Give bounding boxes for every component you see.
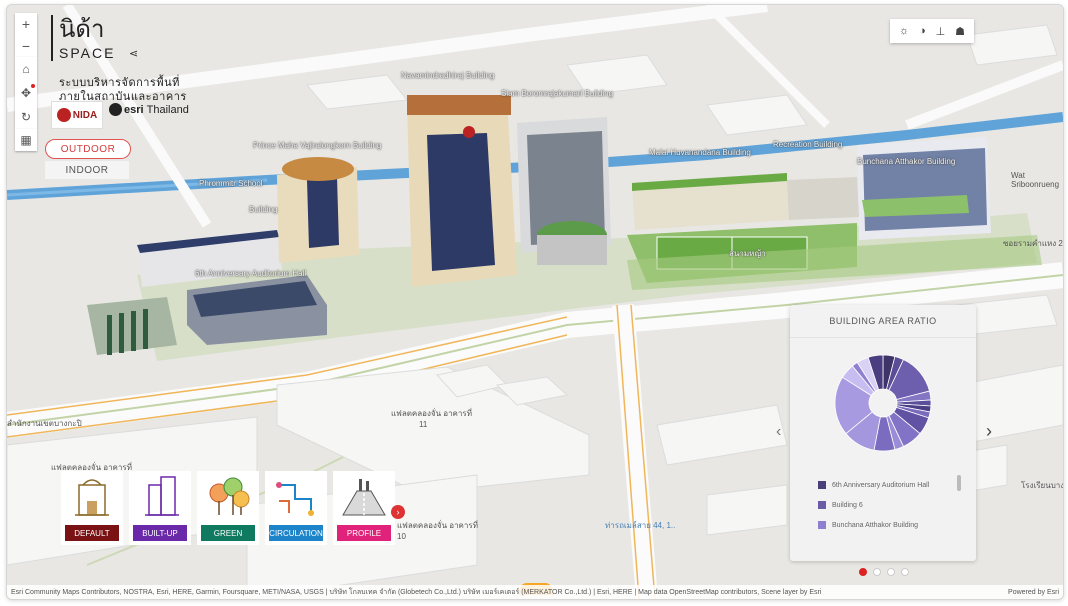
esri-globe-icon	[109, 103, 122, 116]
measure-icon[interactable]: ⊥	[936, 25, 946, 38]
legend-label: Building 6	[832, 501, 863, 509]
pager-dot[interactable]	[901, 568, 909, 576]
pager-dot[interactable]	[859, 568, 867, 576]
category-green[interactable]: GREEN	[197, 471, 259, 545]
scene-tools: ☼ ◑ ⊥ ☗	[890, 19, 974, 43]
pager-dot[interactable]	[873, 568, 881, 576]
map-label-bus-stop[interactable]: ท่ารถเมล์สาย 44, 1..	[605, 519, 675, 532]
map-label-navamindradhiraj[interactable]: Navamindradhiraj Building	[401, 71, 494, 80]
legend-item[interactable]: 6th Anniversary Auditorium Hall	[818, 475, 963, 495]
weather-icon[interactable]: ◑	[919, 25, 926, 37]
zoom-in-button[interactable]: +	[15, 13, 37, 35]
category-circulation-label: CIRCULATION	[269, 525, 323, 541]
legend-swatch	[818, 481, 826, 489]
built-up-icon	[145, 476, 179, 516]
map-label-bunchana[interactable]: Bunchana Atthakor Building	[857, 157, 955, 166]
category-default-label: DEFAULT	[65, 525, 119, 541]
view-controls: ⌂ ✥ ↻	[15, 57, 37, 129]
map-label-phrommitr: Phrommitr School	[199, 179, 263, 188]
rotate-icon: ↻	[20, 110, 32, 124]
map-label-wat: Wat Sriboonrueng	[1011, 171, 1060, 189]
map-label-soi: ซอยรามคำแหง 24	[1003, 239, 1064, 248]
circulation-icon	[276, 482, 314, 516]
app-frame: Navamindradhiraj Building Siam Boromraja…	[6, 4, 1064, 600]
category-profile[interactable]: PROFILE	[333, 471, 395, 545]
home-icon: ⌂	[22, 62, 30, 76]
map-label-district: สำนักงานเขตบางกะปิ	[7, 419, 82, 428]
indoor-mode-button[interactable]: INDOOR	[45, 161, 129, 179]
trees-icon	[209, 477, 250, 515]
esri-country: Thailand	[146, 103, 189, 116]
legend-item[interactable]: Building 6	[818, 495, 963, 515]
attribution-bar: Esri Community Maps Contributors, NOSTRA…	[7, 585, 1063, 599]
powered-by[interactable]: Powered by Esri	[1008, 589, 1059, 596]
category-profile-label: PROFILE	[337, 525, 391, 541]
category-built-up[interactable]: BUILT-UP	[129, 471, 191, 545]
attribution-text: Esri Community Maps Contributors, NOSTRA…	[11, 588, 822, 596]
pager-dot[interactable]	[887, 568, 895, 576]
esri-logo-text: esri	[124, 103, 144, 116]
share-icon[interactable]: ⋖	[129, 47, 138, 60]
building-default-icon	[75, 479, 109, 516]
map-label-field: สนามหญ้า	[729, 249, 766, 258]
building-area-chart-panel: BUILDING AREA RATIO ‹ › 6th Anniversary …	[776, 305, 992, 561]
map-label-school: โรงเรียนบางกะปิ	[1021, 481, 1064, 490]
app-subtitle: SPACE	[59, 45, 116, 61]
category-green-label: GREEN	[201, 525, 255, 541]
basemap-icon: ▦	[20, 133, 32, 147]
map-label-recreation[interactable]: Recreation Building	[773, 140, 842, 149]
esri-logo: esri Thailand	[109, 103, 189, 116]
legend-label: 6th Anniversary Auditorium Hall	[832, 481, 930, 489]
zoom-controls: + −	[15, 13, 37, 57]
category-circulation[interactable]: CIRCULATION	[265, 471, 327, 545]
chart-title: BUILDING AREA RATIO	[790, 305, 976, 338]
nida-logo-text: NIDA	[72, 109, 98, 121]
basemap-button[interactable]: ▦	[15, 129, 37, 151]
category-built-up-label: BUILT-UP	[133, 525, 187, 541]
outdoor-mode-button[interactable]: OUTDOOR	[45, 139, 131, 159]
chart-next-button[interactable]: ›	[986, 421, 992, 442]
brand-divider	[51, 15, 53, 61]
nida-seal-icon	[56, 108, 71, 122]
category-selector: ‹ DEFAULT BUILT-UP	[7, 445, 407, 550]
pan-button[interactable]: ✥	[15, 81, 37, 105]
chart-pager	[859, 568, 909, 576]
daylight-icon[interactable]: ☼	[899, 25, 909, 37]
map-label-flat-10: แฟลตคลองจั่น อาคารที่ 10	[397, 519, 478, 541]
legend-item[interactable]: Bunchana Atthakor Building	[818, 515, 963, 535]
map-label-siam[interactable]: Siam Boromrajakumari Building	[501, 89, 613, 98]
profile-icon	[342, 479, 386, 516]
legend-label: Bunchana Atthakor Building	[832, 521, 919, 529]
zoom-out-button[interactable]: −	[15, 35, 37, 57]
slice-icon[interactable]: ☗	[955, 25, 965, 38]
map-label-malai[interactable]: Malai Huvanandana Building	[649, 148, 751, 157]
active-dot	[31, 84, 35, 88]
flat-11-number: 11	[419, 420, 428, 429]
map-label-auditorium[interactable]: 6th Anniversary Auditorium Hall	[195, 269, 306, 278]
map-label-flat-11: แฟลตคลองจั่น อาคารที่ 11	[391, 407, 472, 429]
legend-swatch	[818, 521, 826, 529]
donut-chart	[834, 354, 932, 452]
category-next-button[interactable]: ›	[391, 505, 405, 519]
legend-scrollbar[interactable]	[957, 475, 961, 491]
category-default[interactable]: DEFAULT	[61, 471, 123, 545]
flat-11-name: แฟลตคลองจั่น อาคารที่	[391, 409, 472, 418]
home-button[interactable]: ⌂	[15, 57, 37, 81]
pan-icon: ✥	[20, 86, 32, 100]
flat-10-name: แฟลตคลองจั่น อาคารที่	[397, 521, 478, 530]
map-label-prince[interactable]: Prince Maha Vajiralongkorn Building	[253, 141, 381, 150]
rotate-button[interactable]: ↻	[15, 105, 37, 129]
chart-prev-button[interactable]: ‹	[776, 423, 781, 441]
legend-swatch	[818, 501, 826, 509]
map-label-building[interactable]: Building	[249, 205, 277, 214]
app-title: นิด้า	[59, 15, 105, 43]
chart-legend: 6th Anniversary Auditorium Hall Building…	[818, 475, 963, 551]
nida-logo: NIDA	[51, 101, 103, 129]
